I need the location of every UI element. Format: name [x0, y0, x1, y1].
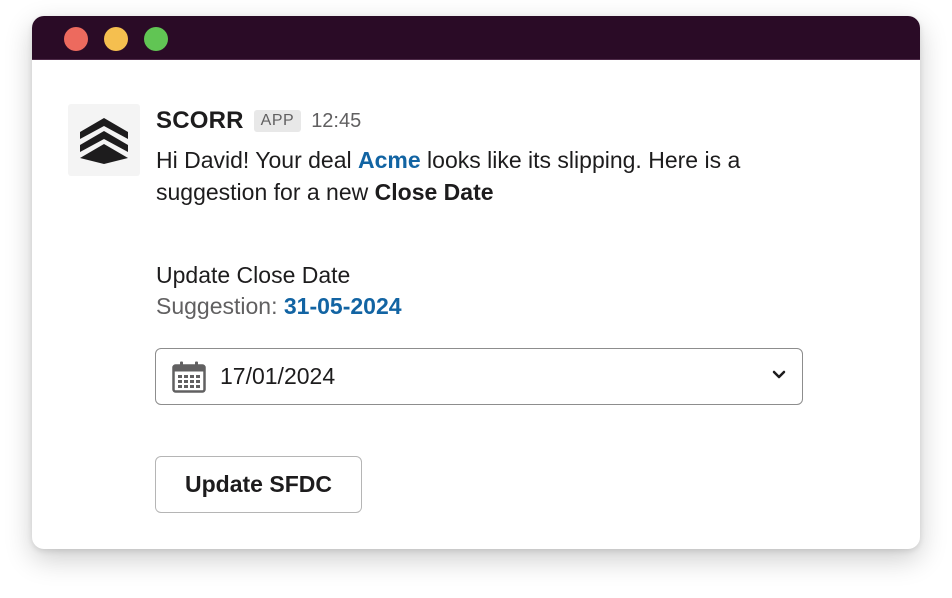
title-bar: [32, 16, 920, 60]
close-date-picker[interactable]: 17/01/2024: [155, 348, 803, 405]
message-text-part1: Hi David! Your deal: [156, 147, 359, 173]
update-sfdc-button[interactable]: Update SFDC: [155, 456, 362, 513]
date-value: 17/01/2024: [220, 363, 336, 389]
chevron-down-icon: [772, 370, 786, 379]
maximize-window-dot[interactable]: [144, 27, 168, 51]
message-text-bold: Close Date: [374, 179, 494, 205]
chevron-stack-logo-icon: [80, 118, 128, 164]
app-avatar[interactable]: [68, 104, 140, 176]
message-text: Hi David! Your deal Acme looks like its …: [156, 144, 856, 208]
slack-window: SCORR APP 12:45 Hi David! Your deal Acme…: [32, 16, 920, 549]
message-header: SCORR APP 12:45: [156, 106, 361, 136]
sender-name[interactable]: SCORR: [156, 107, 244, 135]
app-badge: APP: [253, 110, 302, 132]
suggestion-date: 31-05-2024: [283, 293, 402, 319]
message-timestamp[interactable]: 12:45: [311, 110, 361, 133]
suggestion-line: Suggestion: 31-05-2024: [156, 291, 402, 321]
deal-link[interactable]: Acme: [358, 147, 421, 173]
close-window-dot[interactable]: [64, 27, 88, 51]
minimize-window-dot[interactable]: [104, 27, 128, 51]
section-title: Update Close Date: [156, 262, 351, 288]
calendar-icon: [172, 361, 206, 393]
suggestion-label: Suggestion:: [156, 293, 284, 319]
